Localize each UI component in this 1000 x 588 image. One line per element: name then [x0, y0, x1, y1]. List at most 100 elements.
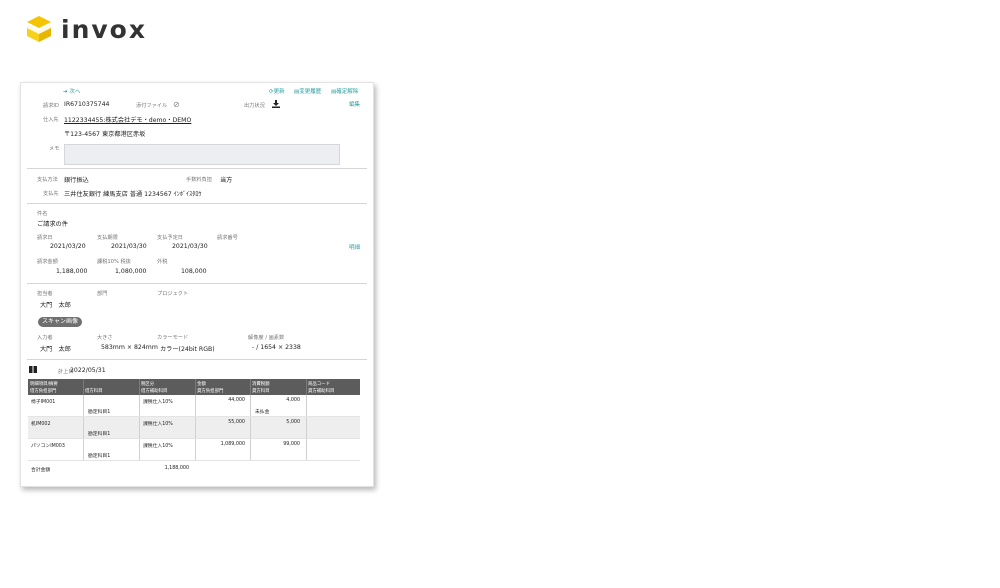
table-row[interactable]: 椅子IM001 勘定科目1 課税仕入10% 44,000 4,000 未払金	[28, 395, 360, 417]
history-button[interactable]: ▤変更履歴	[294, 87, 321, 95]
vendor-label: 仕入先	[43, 117, 59, 123]
due-date-value: 2021/03/30	[111, 243, 147, 250]
logo-cube-icon	[27, 16, 51, 42]
payee-value: 三井住友銀行 練馬支店 普通 1234567 ｲﾝﾎﾞｲｽﾀﾛｳ	[64, 191, 202, 198]
row-vat: 99,000	[283, 442, 300, 447]
fee-value: 当方	[220, 177, 233, 184]
attachment-label: 添付ファイル	[136, 103, 168, 109]
row-vat: 5,000	[286, 420, 300, 425]
memo-textarea[interactable]	[64, 144, 340, 165]
assignee-label: 担当者	[37, 291, 53, 297]
header-credit-sub: 貸方補助科目	[308, 389, 335, 394]
tax10-value: 1,080,000	[115, 268, 147, 275]
divider	[27, 283, 367, 284]
header-debit-dept: 借方負担部門	[30, 389, 57, 394]
tax-outer-value: 108,000	[181, 268, 207, 275]
invoice-number-label: 請求番号	[217, 235, 238, 241]
vendor-link[interactable]: 1122334455:株式会社デモ・demo・DEMO	[64, 115, 191, 124]
amount-label: 請求金額	[37, 259, 58, 265]
row-vat: 4,000	[286, 398, 300, 403]
header-credit-dept: 貸方負担部門	[197, 389, 224, 394]
assignee-value: 大門 太郎	[40, 302, 71, 309]
row-tax: 課税仕入10%	[143, 444, 173, 449]
edit-link[interactable]: 編集	[349, 100, 360, 108]
header-product-code: 商品コード	[308, 382, 330, 387]
subject-label: 件名	[37, 211, 48, 217]
divider	[27, 168, 367, 169]
row-tax: 課税仕入10%	[143, 422, 173, 427]
fee-label: 手数料負担	[186, 177, 212, 183]
size-value: 583mm × 824mm	[101, 344, 158, 351]
row-amount: 44,000	[228, 398, 245, 403]
journal-table: 明細項目/摘要 借方負担部門 借方科目 税区分 借方補助科目 金額 貸方負担部門…	[28, 379, 360, 475]
row-credit: 未払金	[255, 410, 270, 415]
row-sub: 勘定科目1	[88, 432, 111, 437]
due-date-label: 支払期限	[97, 235, 118, 241]
invoice-date-label: 請求日	[37, 235, 53, 241]
invoice-detail-card: ➔ 次へ ⟳更新 ▤変更履歴 ▤確定解除 編集 請求ID IR671037574…	[20, 82, 374, 487]
row-sub: 勘定科目1	[88, 454, 111, 459]
project-label: プロジェクト	[157, 291, 189, 297]
header-credit-account: 貸方科目	[252, 389, 270, 394]
row-amount: 55,000	[228, 420, 245, 425]
resolution-label: 解像度 / 画素数	[248, 335, 285, 341]
tax10-label: 課税10% 税抜	[97, 259, 131, 265]
planned-date-label: 支払予定日	[157, 235, 183, 241]
paperclip-icon[interactable]: ⊘	[173, 100, 180, 109]
download-icon[interactable]	[272, 100, 280, 108]
subject-value: ご請求の件	[37, 221, 68, 228]
row-sub: 勘定科目1	[88, 410, 111, 415]
header-amount: 金額	[197, 382, 206, 387]
row-item: 椅子IM001	[31, 400, 56, 405]
header-tax-class: 税区分	[141, 382, 155, 387]
department-label: 部門	[97, 291, 108, 297]
total-value: 1,188,000	[164, 466, 189, 471]
row-amount: 1,089,000	[220, 442, 245, 447]
update-label: 更新	[273, 89, 285, 95]
inputter-value: 大門 太郎	[40, 346, 71, 353]
resolution-value: - / 1654 × 2338	[252, 344, 301, 351]
table-row[interactable]: 机IM002 勘定科目1 課税仕入10% 55,000 5,000	[28, 417, 360, 439]
detail-link[interactable]: 明細	[349, 243, 360, 251]
header-debit-sub: 借方補助科目	[141, 389, 168, 394]
update-button[interactable]: ⟳更新	[269, 87, 285, 95]
color-mode-value: カラー(24bit RGB)	[160, 346, 215, 353]
book-icon	[29, 366, 37, 373]
table-total-row: 合計金額 1,188,000	[28, 461, 360, 475]
payment-method-label: 支払方法	[37, 177, 58, 183]
next-link[interactable]: ➔ 次へ	[63, 87, 80, 95]
unconfirm-label: 確定解除	[336, 89, 359, 95]
table-row[interactable]: パソコンIM003 勘定科目1 課税仕入10% 1,089,000 99,000	[28, 439, 360, 461]
table-header: 明細項目/摘要 借方負担部門 借方科目 税区分 借方補助科目 金額 貸方負担部門…	[28, 379, 360, 395]
next-link-label: 次へ	[69, 89, 81, 95]
output-status-label: 出力状況	[244, 103, 265, 109]
post-date-value: 2022/05/31	[70, 367, 106, 374]
size-label: 大きさ	[97, 335, 113, 341]
payee-label: 支払先	[43, 191, 59, 197]
invoice-date-value: 2021/03/20	[50, 243, 86, 250]
tax-outer-label: 外税	[157, 259, 168, 265]
row-item: 机IM002	[31, 422, 51, 427]
total-label: 合計金額	[31, 468, 51, 473]
memo-label: メモ	[49, 146, 60, 152]
planned-date-value: 2021/03/30	[172, 243, 208, 250]
row-tax: 課税仕入10%	[143, 400, 173, 405]
divider	[27, 359, 367, 360]
divider	[27, 203, 367, 204]
header-item-summary: 明細項目/摘要	[30, 382, 58, 387]
brand-name: invox	[61, 14, 147, 44]
vendor-address: 〒123-4567 東京都港区赤坂	[64, 131, 146, 138]
row-item: パソコンIM003	[31, 444, 65, 449]
color-mode-label: カラーモード	[157, 335, 189, 341]
header-vat: 消費税額	[252, 382, 270, 387]
scan-image-tab[interactable]: スキャン画像	[38, 317, 83, 327]
unconfirm-button[interactable]: ▤確定解除	[331, 87, 358, 95]
payment-method-value: 銀行振込	[64, 177, 89, 184]
invox-logo: invox	[25, 14, 147, 44]
amount-value: 1,188,000	[56, 268, 88, 275]
inputter-label: 入力者	[37, 335, 53, 341]
arrow-right-icon: ➔	[63, 89, 68, 95]
header-debit-account: 借方科目	[85, 389, 103, 394]
history-label: 変更履歴	[299, 89, 322, 95]
invoice-id-value: IR6710375744	[64, 101, 110, 108]
